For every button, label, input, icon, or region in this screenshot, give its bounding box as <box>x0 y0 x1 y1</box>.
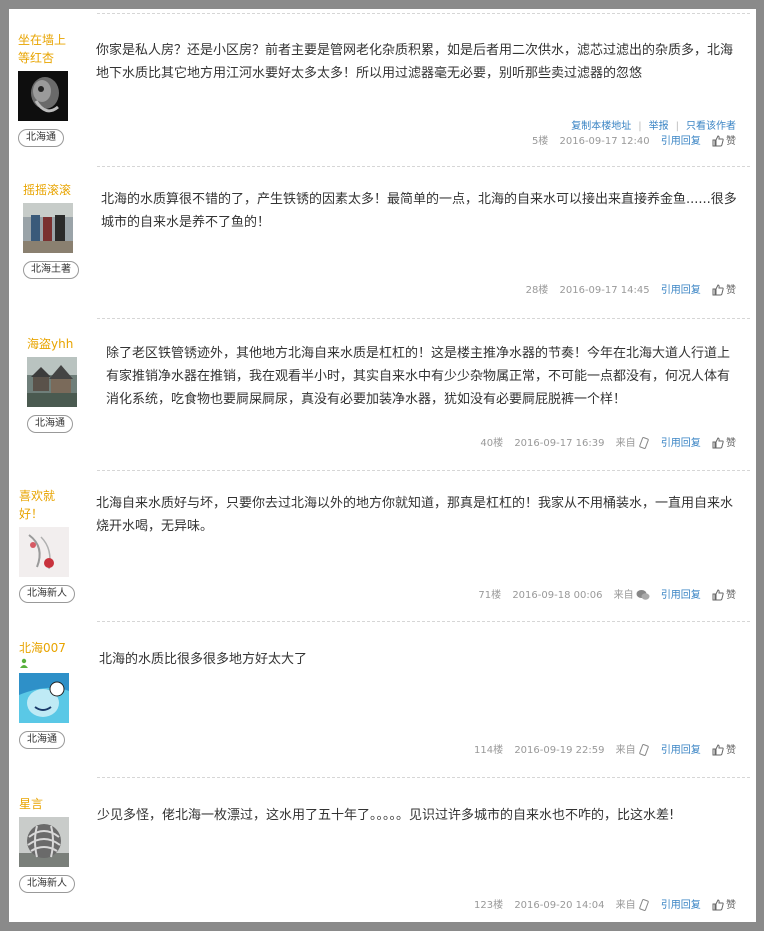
floor-number: 5楼 <box>531 136 549 147</box>
like-label: 赞 <box>726 285 736 296</box>
post-meta: 40楼 2016-09-17 16:39 来自 引用回复 赞 <box>472 436 736 452</box>
user-info: 坐在墙上等红杏 北海通 <box>18 31 88 147</box>
post-time: 2016-09-20 14:04 <box>514 900 605 911</box>
like-button[interactable]: 赞 <box>712 135 736 147</box>
like-label: 赞 <box>726 745 736 756</box>
user-info: 北海007 北海通 <box>19 639 89 749</box>
wechat-icon <box>636 590 650 600</box>
thumbs-up-icon <box>712 284 724 296</box>
floor-number: 123楼 <box>474 900 504 911</box>
source-label: 来自 <box>615 744 650 756</box>
user-badge: 北海通 <box>27 415 73 433</box>
avatar[interactable] <box>19 673 69 723</box>
post-content: 北海自来水质好与坏，只要你去过北海以外的地方你就知道，那真是杠杠的！我家从不用桶… <box>96 496 734 534</box>
post-content: 除了老区铁管锈迹外，其他地方北海自来水质是杠杠的！这是楼主推净水器的节奏！今年在… <box>106 346 731 407</box>
username-link[interactable]: 北海007 <box>19 639 89 657</box>
like-label: 赞 <box>726 900 736 911</box>
mobile-phone-icon <box>638 437 649 449</box>
like-label: 赞 <box>726 136 736 147</box>
user-badge: 北海新人 <box>19 875 75 893</box>
user-badge: 北海通 <box>19 731 65 749</box>
post-time: 2016-09-19 22:59 <box>514 745 605 756</box>
avatar[interactable] <box>23 203 73 253</box>
username-link[interactable]: 坐在墙上等红杏 <box>18 31 74 67</box>
post-content: 少见多怪，佬北海一枚漂过，这水用了五十年了。。。。。见识过许多城市的自来水也不咋… <box>97 808 675 823</box>
post-content: 北海的水质比很多很多地方好太大了 <box>99 652 308 667</box>
report-link[interactable]: 举报 <box>649 121 669 132</box>
source-text: 来自 <box>615 438 636 449</box>
source-label: 来自 <box>615 899 650 911</box>
avatar[interactable] <box>19 527 69 577</box>
post-divider <box>97 621 750 622</box>
thumbs-up-icon <box>712 744 724 756</box>
source-text: 来自 <box>615 745 636 756</box>
post-content: 你家是私人房？还是小区房？前者主要是管网老化杂质积累，如是后者用二次供水，滤芯过… <box>96 43 734 81</box>
thumbs-up-icon <box>712 135 724 147</box>
user-info: 喜欢就好！ 北海新人 <box>19 487 89 603</box>
post-divider <box>97 777 750 778</box>
source-text: 来自 <box>615 900 636 911</box>
like-button[interactable]: 赞 <box>712 589 736 601</box>
source-label: 来自 <box>615 437 650 449</box>
floor-number: 28楼 <box>525 285 549 296</box>
post-meta: 114楼 2016-09-19 22:59 来自 引用回复 赞 <box>466 743 736 759</box>
post-meta: 71楼 2016-09-18 00:06 来自 引用回复 赞 <box>470 588 736 604</box>
quote-reply-button[interactable]: 引用回复 <box>661 285 701 296</box>
like-button[interactable]: 赞 <box>712 744 736 756</box>
post-divider <box>97 470 750 471</box>
floor-number: 114楼 <box>474 745 504 756</box>
thread-container: 坐在墙上等红杏 北海通 你家是私人房？还是小区房？前者主要是管网老化杂质积累，如… <box>9 9 756 922</box>
quote-reply-button[interactable]: 引用回复 <box>661 136 701 147</box>
source-label: 来自 <box>614 590 650 601</box>
thumbs-up-icon <box>712 899 724 911</box>
quote-reply-button[interactable]: 引用回复 <box>661 745 701 756</box>
post-meta: 28楼 2016-09-17 14:45 引用回复 赞 <box>518 283 736 299</box>
like-button[interactable]: 赞 <box>712 899 736 911</box>
source-text: 来自 <box>613 590 634 601</box>
online-status-icon <box>20 658 28 668</box>
user-info: 星言 北海新人 <box>19 795 89 893</box>
floor-number: 40楼 <box>480 438 504 449</box>
post-time: 2016-09-17 14:45 <box>559 285 650 296</box>
avatar[interactable] <box>27 357 77 407</box>
thumbs-up-icon <box>712 589 724 601</box>
floor-number: 71楼 <box>478 590 502 601</box>
copy-floor-link[interactable]: 复制本楼地址 <box>571 121 631 132</box>
post-time: 2016-09-17 12:40 <box>559 136 650 147</box>
post-divider <box>97 13 750 14</box>
user-badge: 北海土著 <box>23 261 79 279</box>
post-meta: 5楼 2016-09-17 12:40 引用回复 赞 <box>524 134 736 150</box>
user-info: 海盗yhh 北海通 <box>27 335 97 433</box>
like-button[interactable]: 赞 <box>712 284 736 296</box>
username-link[interactable]: 星言 <box>19 795 89 813</box>
username-link[interactable]: 喜欢就好！ <box>19 487 63 523</box>
avatar[interactable] <box>19 817 69 867</box>
username-link[interactable]: 摇摇滚滚 <box>23 181 93 199</box>
post-divider <box>97 318 750 319</box>
thumbs-up-icon <box>712 437 724 449</box>
mobile-phone-icon <box>638 899 649 911</box>
post-divider <box>97 166 750 167</box>
user-badge: 北海通 <box>18 129 64 147</box>
post-time: 2016-09-18 00:06 <box>512 590 603 601</box>
user-info: 摇摇滚滚 北海土著 <box>23 181 93 279</box>
post-content: 北海的水质算很不错的了，产生铁锈的因素太多！最简单的一点，北海的自来水可以接出来… <box>101 192 737 230</box>
user-badge: 北海新人 <box>19 585 75 603</box>
like-button[interactable]: 赞 <box>712 437 736 449</box>
quote-reply-button[interactable]: 引用回复 <box>661 900 701 911</box>
avatar[interactable] <box>18 71 68 121</box>
post-meta: 123楼 2016-09-20 14:04 来自 引用回复 赞 <box>466 898 736 914</box>
post-time: 2016-09-17 16:39 <box>514 438 605 449</box>
like-label: 赞 <box>726 590 736 601</box>
username-link[interactable]: 海盗yhh <box>27 335 97 353</box>
quote-reply-button[interactable]: 引用回复 <box>661 590 701 601</box>
quote-reply-button[interactable]: 引用回复 <box>661 438 701 449</box>
only-author-link[interactable]: 只看该作者 <box>686 121 736 132</box>
like-label: 赞 <box>726 438 736 449</box>
mobile-phone-icon <box>638 744 649 756</box>
post-toolbar: 复制本楼地址 | 举报 | 只看该作者 <box>571 121 736 132</box>
